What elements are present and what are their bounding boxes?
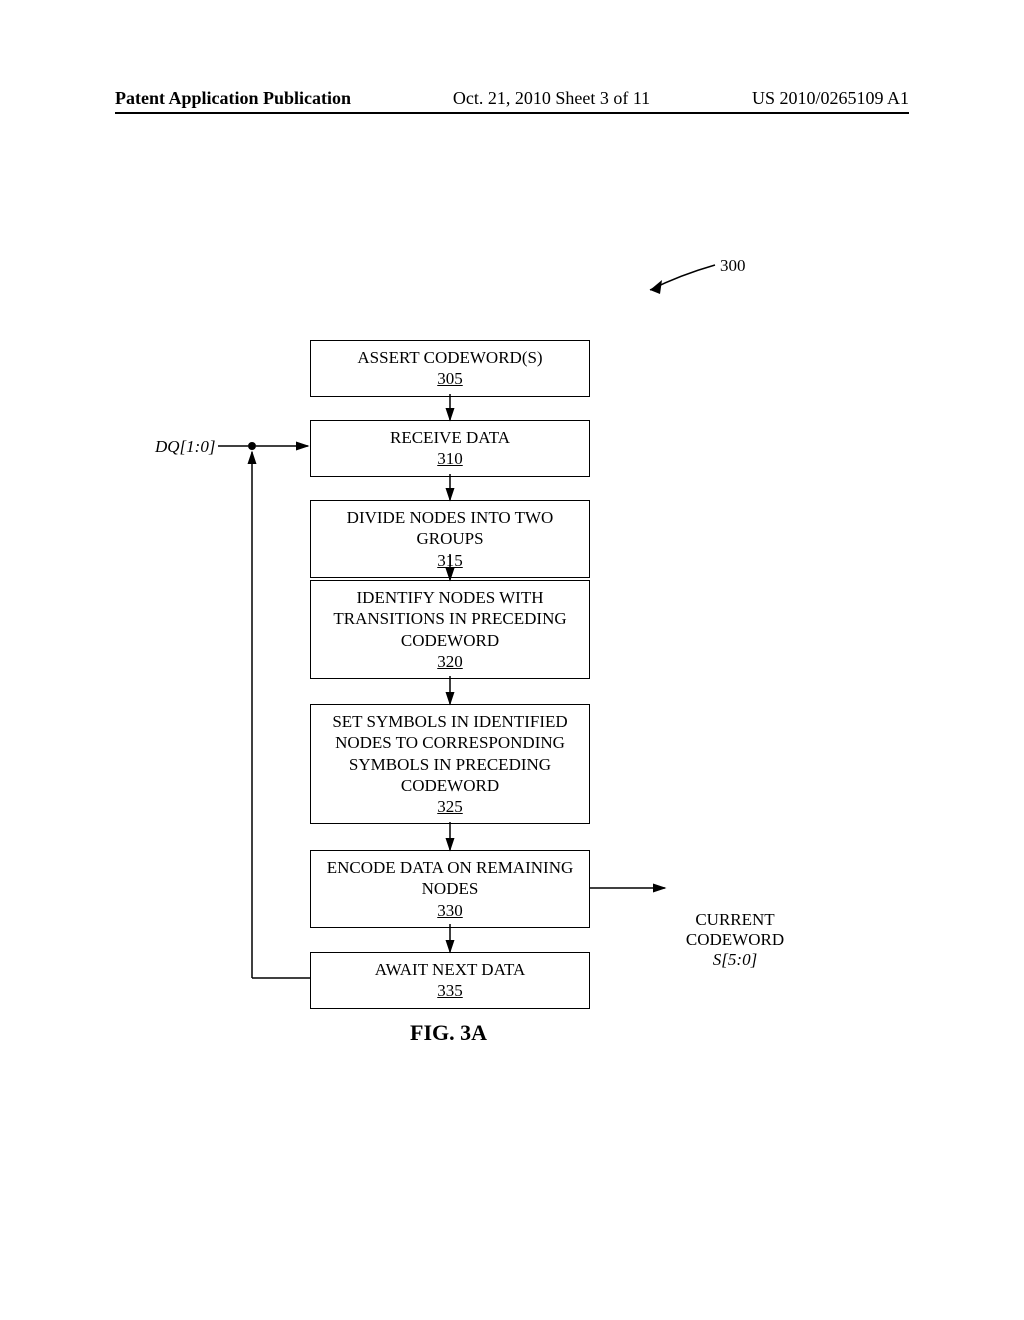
page-header: Patent Application Publication Oct. 21, …	[115, 88, 909, 109]
figure-caption: FIG. 3A	[410, 1020, 487, 1046]
ref-300: 300	[720, 256, 746, 276]
header-right: US 2010/0265109 A1	[752, 88, 909, 109]
box-320: IDENTIFY NODES WITH TRANSITIONS IN PRECE…	[310, 580, 590, 679]
header-rule	[115, 112, 909, 114]
box-325: SET SYMBOLS IN IDENTIFIED NODES TO CORRE…	[310, 704, 590, 824]
box-315: DIVIDE NODES INTO TWO GROUPS 315	[310, 500, 590, 578]
header-left: Patent Application Publication	[115, 88, 351, 109]
header-mid: Oct. 21, 2010 Sheet 3 of 11	[453, 88, 650, 109]
box-330: ENCODE DATA ON REMAINING NODES 330	[310, 850, 590, 928]
output-codeword-label: CURRENT CODEWORD S[5:0]	[675, 910, 795, 970]
box-335: AWAIT NEXT DATA 335	[310, 952, 590, 1009]
box-305: ASSERT CODEWORD(S) 305	[310, 340, 590, 397]
input-dq-label: DQ[1:0]	[155, 437, 215, 457]
box-310: RECEIVE DATA 310	[310, 420, 590, 477]
